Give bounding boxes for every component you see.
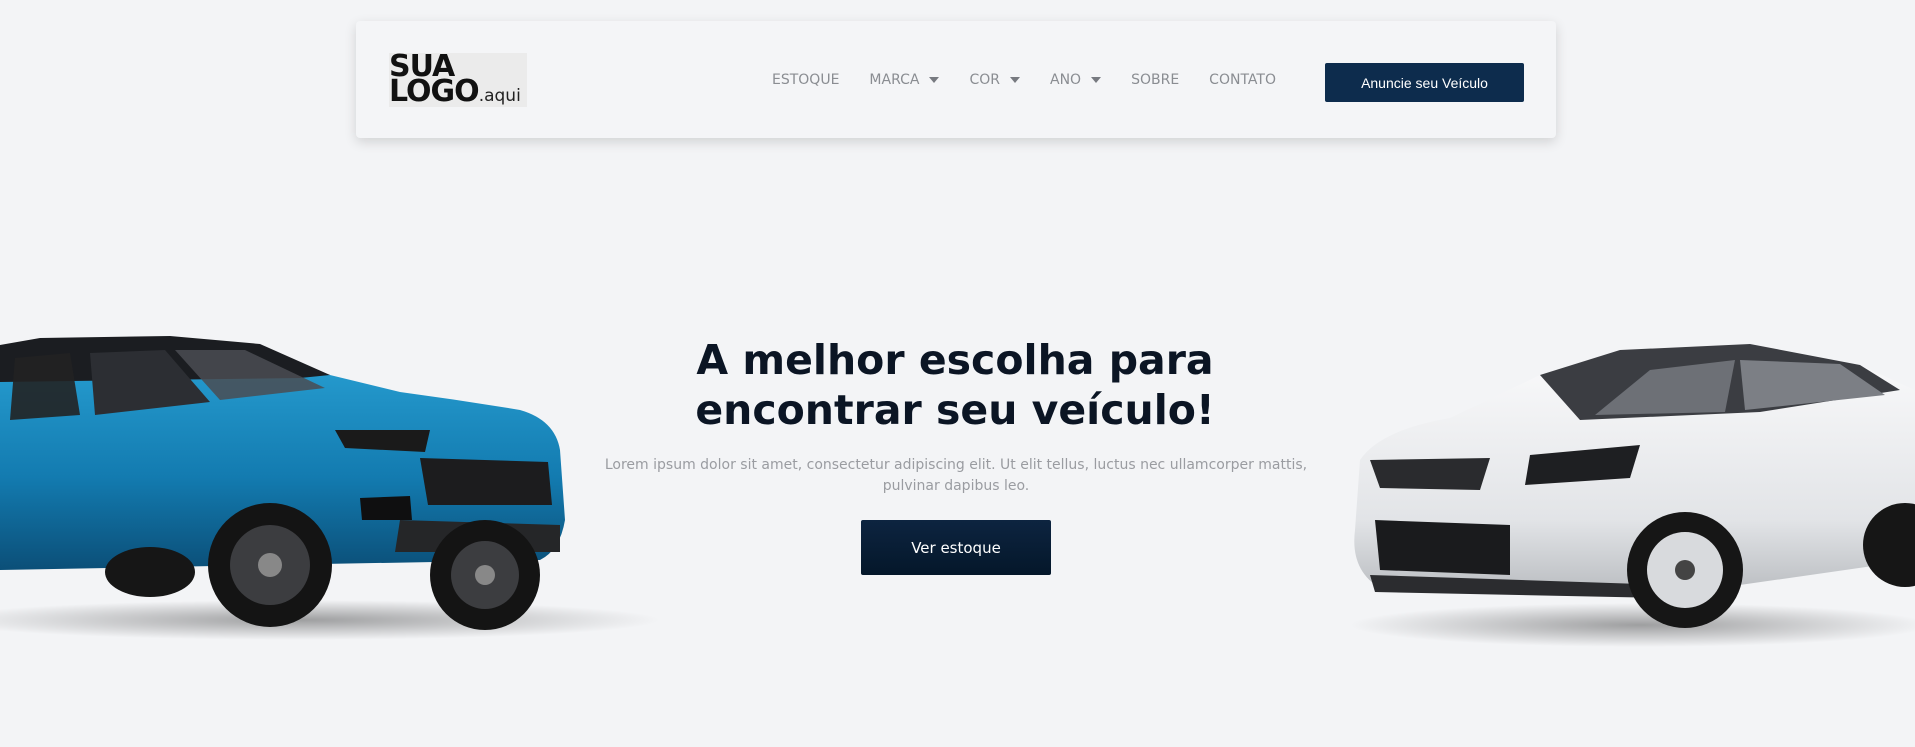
site-header: SUA LOGO.aqui ESTOQUE MARCA COR ANO SOBR… [356,21,1556,138]
nav-item-contato[interactable]: CONTATO [1209,72,1276,88]
advertise-vehicle-button[interactable]: Anuncie seu Veículo [1325,63,1524,102]
logo-suffix: .aqui [478,86,521,106]
nav-item-marca[interactable]: MARCA [869,71,940,88]
nav-item-cor[interactable]: COR [969,72,1020,88]
nav-item-label: COR [969,71,1000,88]
main-nav: ESTOQUE MARCA COR ANO SOBRE CONTATO [772,21,1306,138]
nav-item-label: CONTATO [1209,71,1276,88]
white-crossover-image [1350,344,1915,647]
hero-title: A melhor escolha para encontrar seu veíc… [560,335,1350,435]
nav-item-label: ANO [1050,71,1082,88]
site-logo[interactable]: SUA LOGO.aqui [389,52,527,109]
nav-item-ano[interactable]: ANO [1050,71,1102,88]
nav-item-label: MARCA [869,71,920,88]
logo-line-2-text: LOGO [389,74,480,109]
nav-item-estoque[interactable]: ESTOQUE [772,72,839,88]
nav-item-label: SOBRE [1131,71,1180,88]
caret-down-icon [1091,76,1102,83]
nav-item-label: ESTOQUE [772,71,840,88]
view-stock-button[interactable]: Ver estoque [861,520,1051,575]
hero-title-line-2: encontrar seu veículo! [695,386,1215,434]
logo-line-2: LOGO.aqui [389,77,521,109]
caret-down-icon [1010,76,1020,83]
hero-title-line-1: A melhor escolha para [696,336,1214,384]
nav-item-sobre[interactable]: SOBRE [1131,72,1179,88]
caret-down-icon [929,76,940,83]
hero-subtitle: Lorem ipsum dolor sit amet, consectetur … [604,457,1308,494]
